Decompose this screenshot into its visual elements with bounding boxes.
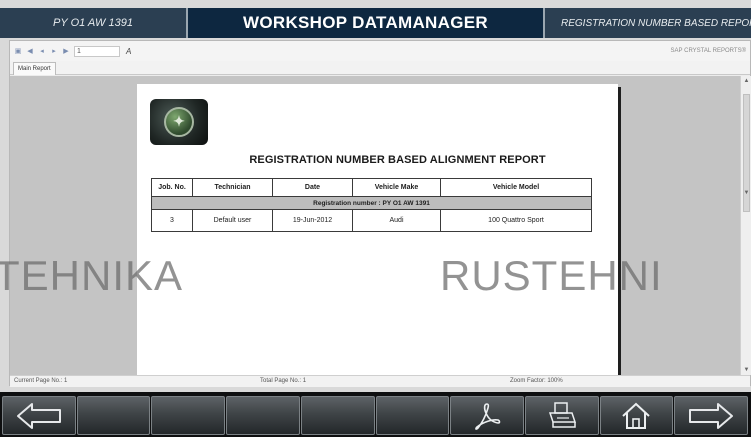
scroll-down-icon[interactable]: ▼ [741, 365, 751, 375]
export-icon[interactable]: ▣ [14, 47, 22, 55]
table-header-row: Job. No. Technician Date Vehicle Make Ve… [151, 178, 592, 197]
nav-blank-button-3[interactable] [226, 396, 300, 435]
nav-blank-button-2[interactable] [151, 396, 226, 435]
arrow-right-icon [689, 402, 734, 429]
printer-icon [548, 401, 576, 428]
cell-technician: Default user [192, 209, 273, 232]
first-page-icon[interactable]: ◀ [26, 47, 34, 55]
current-page-status: Current Page No.: 1 [14, 378, 68, 384]
column-header: Vehicle Make [352, 178, 441, 197]
arrow-left-icon [16, 402, 61, 429]
nav-blank-button-4[interactable] [300, 396, 375, 435]
cell-vehicle-model: 100 Quattro Sport [440, 209, 592, 232]
print-button[interactable] [524, 396, 599, 435]
table-row: 3 Default user 19-Jun-2012 Audi 100 Quat… [151, 209, 592, 232]
app-title: WORKSHOP DATAMANAGER [188, 8, 545, 38]
column-header: Date [272, 178, 353, 197]
report-tab-strip: Main Report [10, 61, 750, 75]
report-viewer: ▣ ◀ ◂ ▸ ▶ 1 A SAP CRYSTAL REPORTS® Main … [9, 40, 751, 387]
header-vehicle-label: PY O1 AW 1391 [0, 8, 188, 38]
tab-main-report[interactable]: Main Report [13, 62, 56, 75]
cell-date: 19-Jun-2012 [272, 209, 353, 232]
company-logo: ✦ [150, 99, 208, 145]
total-page-status: Total Page No.: 1 [260, 378, 307, 384]
next-page-icon[interactable]: ▸ [50, 47, 58, 55]
report-page: ✦ REGISTRATION NUMBER BASED ALIGNMENT RE… [137, 84, 618, 375]
group-row: Registration number : PY O1 AW 1391 [151, 196, 592, 210]
report-canvas: ✦ REGISTRATION NUMBER BASED ALIGNMENT RE… [10, 76, 740, 375]
crystal-reports-link[interactable]: SAP CRYSTAL REPORTS® [671, 48, 746, 54]
logo-emblem-icon: ✦ [164, 107, 194, 137]
scroll-mid-arrow-icon: ▼ [743, 190, 750, 196]
nav-blank-button-1[interactable] [76, 396, 151, 435]
header-bar: PY O1 AW 1391 WORKSHOP DATAMANAGER REGIS… [0, 8, 751, 38]
scroll-up-icon[interactable]: ▲ [741, 76, 751, 86]
last-page-icon[interactable]: ▶ [62, 47, 70, 55]
status-bar: Current Page No.: 1 Total Page No.: 1 Zo… [10, 375, 750, 387]
zoom-factor-status: Zoom Factor: 100% [510, 378, 563, 384]
find-text-icon[interactable]: A [126, 47, 131, 56]
column-header: Vehicle Model [440, 178, 592, 197]
header-report-label: REGISTRATION NUMBER BASED REPOR [545, 8, 751, 38]
viewer-toolbar: ▣ ◀ ◂ ▸ ▶ 1 A SAP CRYSTAL REPORTS® [10, 41, 750, 61]
column-header: Technician [192, 178, 273, 197]
report-table: Job. No. Technician Date Vehicle Make Ve… [151, 178, 592, 232]
cell-vehicle-make: Audi [352, 209, 441, 232]
registration-group-label: Registration number : PY O1 AW 1391 [151, 196, 592, 210]
back-button[interactable] [2, 396, 76, 435]
home-icon [622, 402, 651, 429]
page-number-input[interactable]: 1 [74, 45, 120, 57]
export-pdf-button[interactable] [450, 396, 524, 435]
nav-blank-button-5[interactable] [375, 396, 450, 435]
app-window: PY O1 AW 1391 WORKSHOP DATAMANAGER REGIS… [0, 0, 751, 437]
home-button[interactable] [599, 396, 674, 435]
bottom-nav-bar [0, 392, 751, 437]
column-header: Job. No. [151, 178, 193, 197]
vertical-scrollbar[interactable]: ▲ ▼ ▼ [740, 76, 751, 375]
pdf-icon [475, 402, 501, 430]
report-title: REGISTRATION NUMBER BASED ALIGNMENT REPO… [249, 154, 546, 166]
cell-job-no: 3 [151, 209, 193, 232]
prev-page-icon[interactable]: ◂ [38, 47, 46, 55]
forward-button[interactable] [674, 396, 749, 435]
